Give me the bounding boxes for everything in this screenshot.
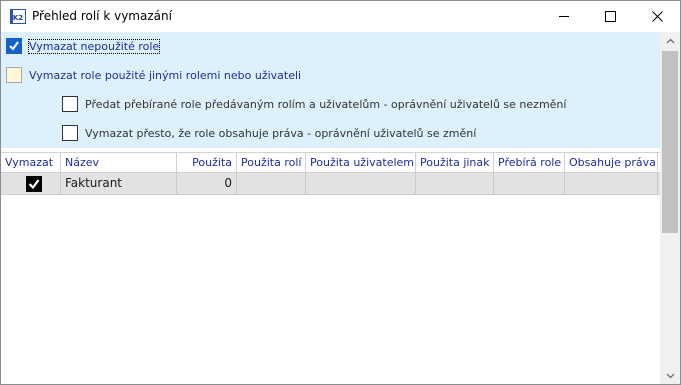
column-header-pouzita-jinak[interactable]: Použita jinak — [416, 153, 494, 172]
cell-pouzita-uzivatelem — [306, 173, 416, 194]
options-panel: Vymazat nepoužité role Vymazat role použ… — [1, 32, 660, 148]
cell-obsahuje-prava — [565, 173, 658, 194]
delete-unused-label[interactable]: Vymazat nepoužité role — [27, 39, 161, 54]
vertical-scrollbar[interactable] — [660, 32, 680, 384]
delete-with-rights-label[interactable]: Vymazat přesto, že role obsahuje práva -… — [85, 127, 476, 140]
roles-grid[interactable]: Vymazat Název Použita Použita rolí Použi… — [1, 148, 660, 384]
maximize-button[interactable] — [587, 1, 633, 32]
cell-nazev: Fakturant — [61, 173, 177, 194]
delete-used-by-others-checkbox[interactable] — [6, 67, 22, 83]
delete-with-rights-checkbox[interactable] — [62, 125, 78, 141]
delete-used-by-others-label[interactable]: Vymazat role použité jinými rolemi nebo … — [29, 69, 301, 82]
grid-header: Vymazat Název Použita Použita rolí Použi… — [1, 152, 660, 173]
window-title: Přehled rolí k vymazání — [32, 9, 172, 23]
column-header-obsahuje-prava[interactable]: Obsahuje práva — [565, 153, 658, 172]
row-delete-checkbox[interactable] — [26, 176, 42, 192]
checkmark-icon — [28, 179, 40, 190]
column-header-nazev[interactable]: Název — [61, 153, 177, 172]
column-header-pouzita-roli[interactable]: Použita rolí — [237, 153, 306, 172]
cell-vymazat[interactable] — [1, 173, 61, 194]
scroll-down-button[interactable] — [660, 367, 680, 384]
chevron-up-icon — [666, 38, 674, 43]
title-bar[interactable]: K2 Přehled rolí k vymazání — [1, 1, 680, 32]
scroll-thumb[interactable] — [662, 51, 678, 233]
cell-pouzita-roli — [237, 173, 306, 194]
app-icon: K2 — [10, 9, 26, 24]
cell-pouzita: 0 — [177, 173, 237, 194]
app-icon-text: K2 — [12, 14, 24, 22]
chevron-down-icon — [666, 373, 674, 378]
minimize-button[interactable] — [541, 1, 587, 32]
cell-pouzita-jinak — [416, 173, 494, 194]
column-header-vymazat[interactable]: Vymazat — [1, 153, 61, 172]
maximize-icon — [604, 11, 616, 22]
column-header-prebira-role[interactable]: Přebírá role — [494, 153, 565, 172]
minimize-icon — [558, 16, 569, 17]
transfer-roles-label[interactable]: Předat přebírané role předávaným rolím a… — [85, 98, 566, 111]
close-button[interactable] — [634, 1, 680, 32]
dialog-window: K2 Přehled rolí k vymazání Vymazat nepou… — [0, 0, 681, 385]
scroll-up-button[interactable] — [660, 32, 680, 49]
cell-prebira-role — [494, 173, 565, 194]
transfer-roles-checkbox[interactable] — [62, 96, 78, 112]
column-header-pouzita-uzivatelem[interactable]: Použita uživatelem — [306, 153, 416, 172]
delete-unused-checkbox[interactable] — [6, 38, 22, 54]
table-row[interactable]: Fakturant 0 — [1, 173, 660, 195]
close-icon — [651, 11, 663, 22]
checkmark-icon — [9, 41, 19, 51]
column-header-pouzita[interactable]: Použita — [177, 153, 237, 172]
